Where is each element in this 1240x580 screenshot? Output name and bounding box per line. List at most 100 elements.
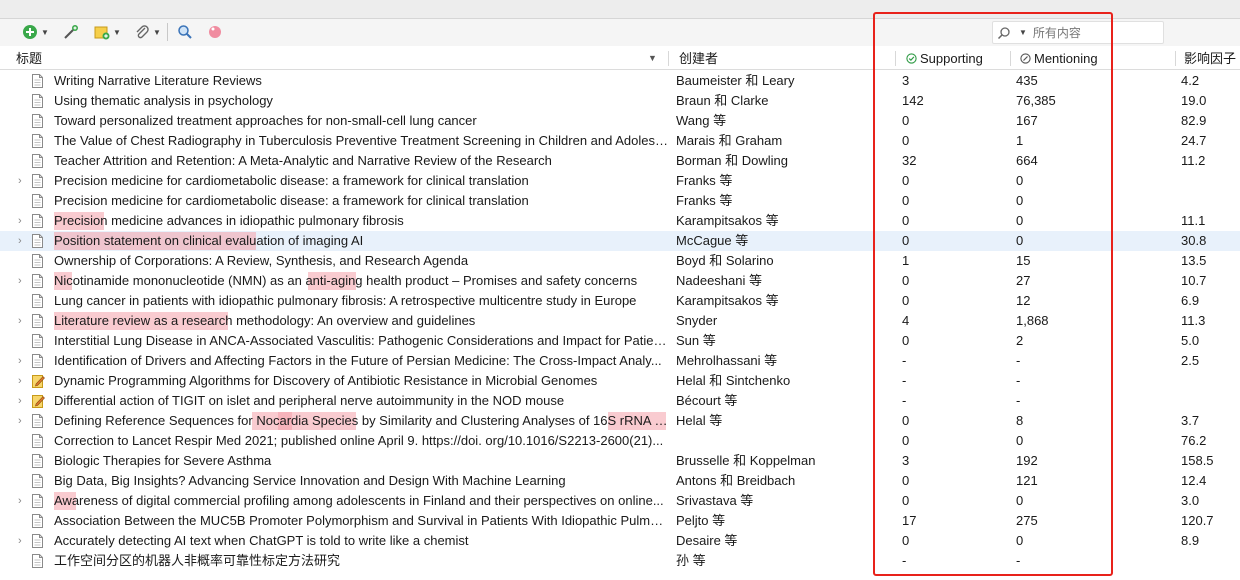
- search-mode-dropdown-icon[interactable]: ▼: [1019, 28, 1027, 37]
- document-icon: [32, 334, 43, 348]
- expand-chevron-icon[interactable]: ›: [18, 171, 26, 191]
- row-creator: Helal 和 Sintchenko: [676, 373, 791, 388]
- table-row[interactable]: › Differential action of TIGIT on islet a…: [0, 391, 1240, 411]
- table-row[interactable]: The Value of Chest Radiography in Tuberc…: [0, 131, 1240, 151]
- row-impact: [1181, 371, 1236, 391]
- column-header-title[interactable]: 标题: [16, 48, 42, 69]
- row-impact: 13.5: [1181, 253, 1207, 268]
- expand-chevron-icon[interactable]: ›: [18, 351, 26, 371]
- expand-chevron-icon[interactable]: ›: [18, 391, 26, 411]
- row-creator: McCague 等: [676, 233, 749, 248]
- locate-button[interactable]: [177, 22, 193, 42]
- column-divider[interactable]: [668, 51, 669, 66]
- row-creator: Karampitsakos 等: [676, 293, 779, 308]
- new-item-button[interactable]: ▼: [22, 22, 49, 42]
- column-divider[interactable]: [1175, 51, 1176, 66]
- column-header-creator[interactable]: 创建者: [679, 48, 718, 69]
- add-by-identifier-button[interactable]: [62, 22, 80, 42]
- table-row[interactable]: › Literature review as a research methodo…: [0, 311, 1240, 331]
- table-row[interactable]: › Awareness of digital commercial profili…: [0, 491, 1240, 511]
- table-row[interactable]: › Nicotinamide mononucleotide (NMN) as an…: [0, 271, 1240, 291]
- row-creator: Karampitsakos 等: [676, 213, 779, 228]
- table-row[interactable]: Lung cancer in patients with idiopathic …: [0, 291, 1240, 311]
- row-mentioning: -: [1016, 393, 1021, 408]
- table-row[interactable]: Big Data, Big Insights? Advancing Servic…: [0, 471, 1240, 491]
- document-icon: [32, 354, 43, 368]
- add-attachment-button[interactable]: ▼: [134, 22, 161, 42]
- table-row[interactable]: Teacher Attrition and Retention: A Meta-…: [0, 151, 1240, 171]
- table-row[interactable]: › Precision medicine for cardiometabolic …: [0, 171, 1240, 191]
- table-row[interactable]: › Defining Reference Sequences for Nocard…: [0, 411, 1240, 431]
- table-row[interactable]: Interstitial Lung Disease in ANCA-Associ…: [0, 331, 1240, 351]
- expand-chevron-icon[interactable]: ›: [18, 231, 26, 251]
- table-row[interactable]: Ownership of Corporations: A Review, Syn…: [0, 251, 1240, 271]
- document-icon: [32, 214, 43, 228]
- document-icon: [32, 514, 43, 528]
- new-note-button[interactable]: ▼: [94, 22, 121, 42]
- row-creator: Braun 和 Clarke: [676, 93, 769, 108]
- chevron-down-icon: ▼: [41, 27, 49, 37]
- row-creator: Nadeeshani 等: [676, 273, 762, 288]
- row-impact: 11.1: [1181, 213, 1206, 228]
- row-supporting: 3: [902, 73, 910, 88]
- table-row[interactable]: › Precision medicine advances in idiopath…: [0, 211, 1240, 231]
- row-title: Accurately detecting AI text when ChatGP…: [54, 533, 469, 548]
- table-row[interactable]: › Accurately detecting AI text when ChatG…: [0, 531, 1240, 551]
- table-row[interactable]: Writing Narrative Literature Reviews Baum…: [0, 71, 1240, 91]
- row-supporting: 0: [902, 233, 910, 248]
- row-creator: Bécourt 等: [676, 393, 738, 408]
- row-mentioning: 192: [1016, 453, 1038, 468]
- expand-chevron-icon[interactable]: ›: [18, 371, 26, 391]
- chevron-down-icon: ▼: [113, 27, 121, 37]
- row-creator: Srivastava 等: [676, 493, 754, 508]
- wand-icon: [64, 25, 78, 39]
- row-creator: 孙 等: [676, 553, 706, 568]
- expand-chevron-icon[interactable]: ›: [18, 211, 26, 231]
- expand-chevron-icon[interactable]: ›: [18, 531, 26, 551]
- column-creator-label: 创建者: [679, 51, 719, 66]
- table-row[interactable]: Using thematic analysis in psychology Bra…: [0, 91, 1240, 111]
- row-title: Precision medicine advances in idiopathi…: [54, 213, 404, 228]
- column-header-impact[interactable]: 影响因子: [1184, 48, 1236, 69]
- expand-chevron-icon[interactable]: ›: [18, 311, 26, 331]
- column-header-mentioning[interactable]: Mentioning: [1020, 48, 1098, 69]
- table-row[interactable]: 工作空间分区的机器人非概率可靠性标定方法研究 孙 等 - -: [0, 551, 1240, 571]
- table-row[interactable]: › Identification of Drivers and Affecting…: [0, 351, 1240, 371]
- column-divider[interactable]: [1010, 51, 1011, 66]
- column-divider[interactable]: [895, 51, 896, 66]
- table-row[interactable]: › Dynamic Programming Algorithms for Disc…: [0, 371, 1240, 391]
- column-header-supporting[interactable]: Supporting: [906, 48, 983, 69]
- search-box[interactable]: ▼ 所有内容: [992, 21, 1164, 44]
- table-row[interactable]: Precision medicine for cardiometabolic d…: [0, 191, 1240, 211]
- expand-chevron-icon[interactable]: ›: [18, 411, 26, 431]
- row-title: Toward personalized treatment approaches…: [54, 113, 477, 128]
- row-impact: [1181, 391, 1236, 411]
- expand-chevron-icon[interactable]: ›: [18, 271, 26, 291]
- row-supporting: -: [902, 553, 907, 568]
- row-mentioning: 1,868: [1016, 313, 1049, 328]
- row-mentioning: 0: [1016, 173, 1024, 188]
- row-mentioning: 2: [1016, 333, 1024, 348]
- row-impact: 19.0: [1181, 93, 1207, 108]
- row-impact: 30.8: [1181, 233, 1207, 248]
- expand-chevron-icon[interactable]: ›: [18, 491, 26, 511]
- table-row[interactable]: Correction to Lancet Respir Med 2021; pu…: [0, 431, 1240, 451]
- row-title: Lung cancer in patients with idiopathic …: [54, 293, 637, 308]
- table-row[interactable]: Association Between the MUC5B Promoter P…: [0, 511, 1240, 531]
- document-icon: [32, 114, 43, 128]
- row-supporting: 32: [902, 153, 917, 168]
- search-input[interactable]: 所有内容: [1033, 24, 1081, 41]
- table-row[interactable]: Toward personalized treatment approaches…: [0, 111, 1240, 131]
- table-row[interactable]: Biologic Therapies for Severe Asthma Brus…: [0, 451, 1240, 471]
- row-creator: Franks 等: [676, 193, 733, 208]
- document-icon: [32, 134, 43, 148]
- table-row[interactable]: › Position statement on clinical evaluati…: [0, 231, 1240, 251]
- row-title: Biologic Therapies for Severe Asthma: [54, 453, 272, 468]
- sort-chevron-down-icon[interactable]: ▼: [648, 48, 657, 69]
- tag-button[interactable]: [206, 22, 224, 42]
- row-impact: 24.7: [1181, 133, 1207, 148]
